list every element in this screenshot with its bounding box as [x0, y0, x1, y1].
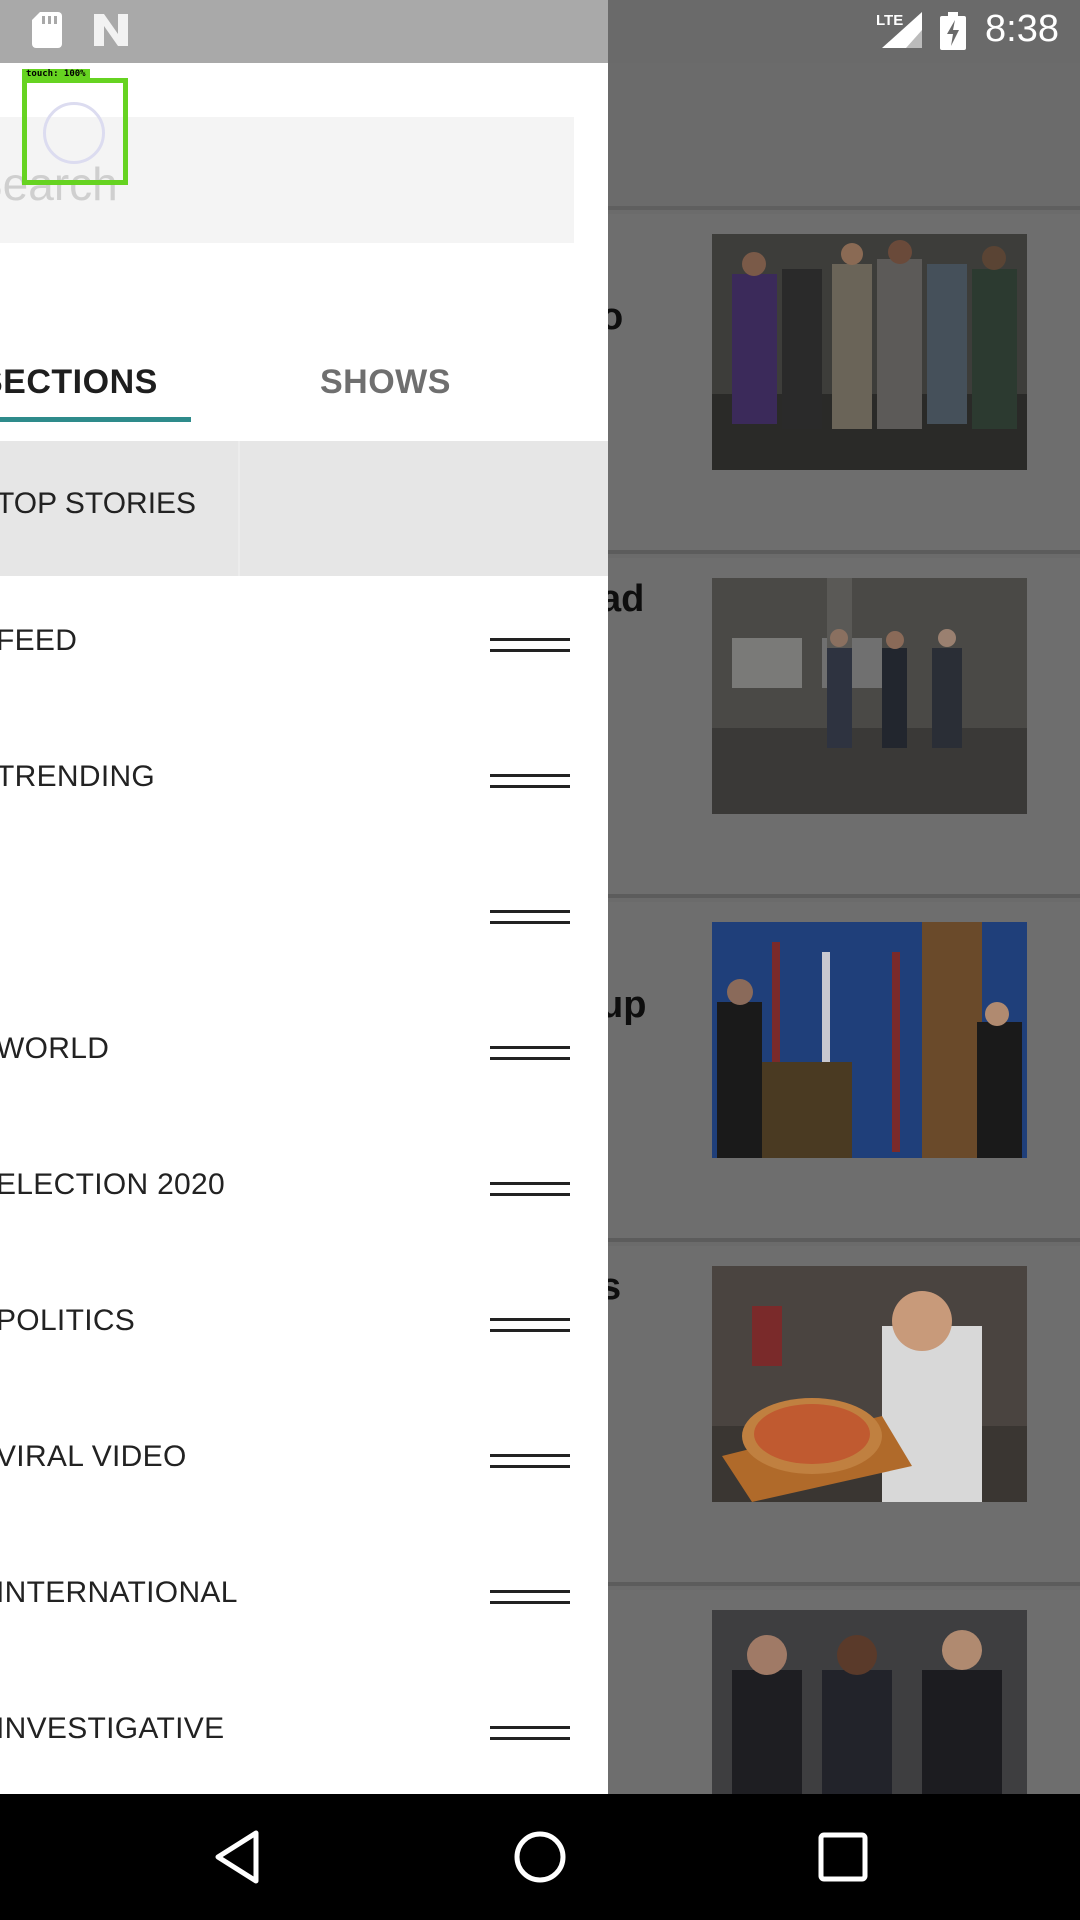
section-item-label: ELECTION 2020	[0, 1168, 226, 1201]
sd-card-icon	[32, 12, 62, 48]
section-item[interactable]: INVESTIGATIVE	[0, 1664, 608, 1794]
home-icon[interactable]	[510, 1827, 570, 1887]
n-notification-icon	[94, 14, 128, 46]
section-item-label: POLITICS	[0, 1304, 136, 1337]
drag-handle-icon[interactable]	[490, 638, 570, 654]
feed-card-thumbnail	[712, 578, 1027, 814]
section-item[interactable]: VIRAL VIDEO	[0, 1392, 608, 1528]
drawer-tabs: SECTIONS SHOWS	[0, 353, 608, 443]
drag-handle-icon[interactable]	[490, 1182, 570, 1198]
section-item-label: TOP STORIES	[0, 487, 197, 520]
section-item-label: WORLD	[0, 1032, 110, 1065]
network-type: LTE	[876, 12, 904, 29]
section-item[interactable]: ELECTION 2020	[0, 1120, 608, 1256]
section-item-label: TRENDING	[0, 760, 156, 793]
system-nav-bar	[0, 1794, 1080, 1920]
feed-card-thumbnail	[712, 1266, 1027, 1502]
back-icon[interactable]	[208, 1827, 268, 1887]
section-item[interactable]: TRENDING	[0, 712, 608, 848]
clock: 8:38	[985, 8, 1059, 50]
touch-point	[43, 102, 105, 164]
section-item-label: VIRAL VIDEO	[0, 1440, 187, 1473]
section-item[interactable]	[0, 848, 608, 984]
tab-selected-indicator	[0, 417, 191, 422]
section-list: FEED TRENDING WORLD ELECTION 2020 POLITI…	[0, 576, 608, 1794]
battery-charging-icon	[940, 12, 966, 50]
drag-handle-icon[interactable]	[490, 1726, 570, 1742]
status-bar: LTE 8:38	[0, 0, 1080, 63]
touch-indicator-label: touch: 100%	[22, 69, 90, 79]
divider	[238, 441, 240, 576]
tab-shows[interactable]: SHOWS	[320, 363, 451, 402]
section-item-label: INVESTIGATIVE	[0, 1712, 225, 1745]
drag-handle-icon[interactable]	[490, 1590, 570, 1606]
section-item-label: INTERNATIONAL	[0, 1576, 238, 1609]
navigation-drawer: Search SECTIONS SHOWS TOP STORIES FEED T…	[0, 63, 608, 1794]
drag-handle-icon[interactable]	[490, 910, 570, 926]
section-item[interactable]: POLITICS	[0, 1256, 608, 1392]
drag-handle-icon[interactable]	[490, 1454, 570, 1470]
feed-card-thumbnail	[712, 922, 1027, 1158]
section-item[interactable]: INTERNATIONAL	[0, 1528, 608, 1664]
drag-handle-icon[interactable]	[490, 1318, 570, 1334]
section-item[interactable]: FEED	[0, 576, 608, 712]
section-item[interactable]: WORLD	[0, 984, 608, 1120]
feed-card-thumbnail	[712, 234, 1027, 470]
drag-handle-icon[interactable]	[490, 1046, 570, 1062]
section-item-top-stories[interactable]: TOP STORIES	[0, 441, 608, 576]
recent-apps-icon[interactable]	[813, 1827, 873, 1887]
section-item-label: FEED	[0, 624, 78, 657]
drag-handle-icon[interactable]	[490, 774, 570, 790]
tab-sections[interactable]: SECTIONS	[0, 363, 158, 402]
